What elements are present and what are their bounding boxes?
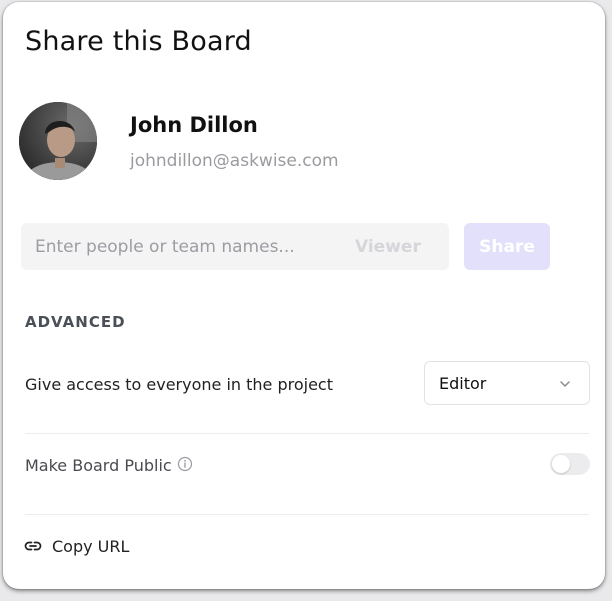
divider bbox=[25, 433, 589, 434]
public-label: Make Board Public bbox=[25, 456, 172, 475]
user-photo-icon bbox=[19, 102, 97, 180]
share-button[interactable]: Share bbox=[464, 223, 550, 270]
info-icon[interactable] bbox=[177, 456, 193, 472]
divider bbox=[25, 514, 589, 515]
user-name: John Dillon bbox=[130, 113, 258, 137]
access-label: Give access to everyone in the project bbox=[25, 375, 333, 394]
dialog-title: Share this Board bbox=[25, 26, 252, 57]
access-level-value: Editor bbox=[439, 374, 487, 393]
avatar bbox=[19, 102, 97, 180]
chevron-down-icon bbox=[560, 381, 570, 387]
user-email: johndillon@askwise.com bbox=[130, 151, 339, 171]
toggle-knob bbox=[552, 455, 570, 473]
copy-url-button[interactable]: Copy URL bbox=[23, 533, 129, 559]
access-level-select[interactable]: Editor bbox=[424, 361, 590, 405]
role-select[interactable]: Viewer bbox=[355, 237, 421, 257]
share-board-dialog: Share this Board John Dillon johndillon@… bbox=[3, 2, 605, 589]
advanced-section-title: ADVANCED bbox=[25, 313, 126, 331]
invite-field: Viewer bbox=[21, 223, 449, 270]
link-icon bbox=[24, 541, 42, 551]
make-public-toggle[interactable] bbox=[550, 453, 590, 475]
copy-url-label: Copy URL bbox=[52, 536, 130, 556]
invite-input[interactable] bbox=[35, 223, 335, 270]
